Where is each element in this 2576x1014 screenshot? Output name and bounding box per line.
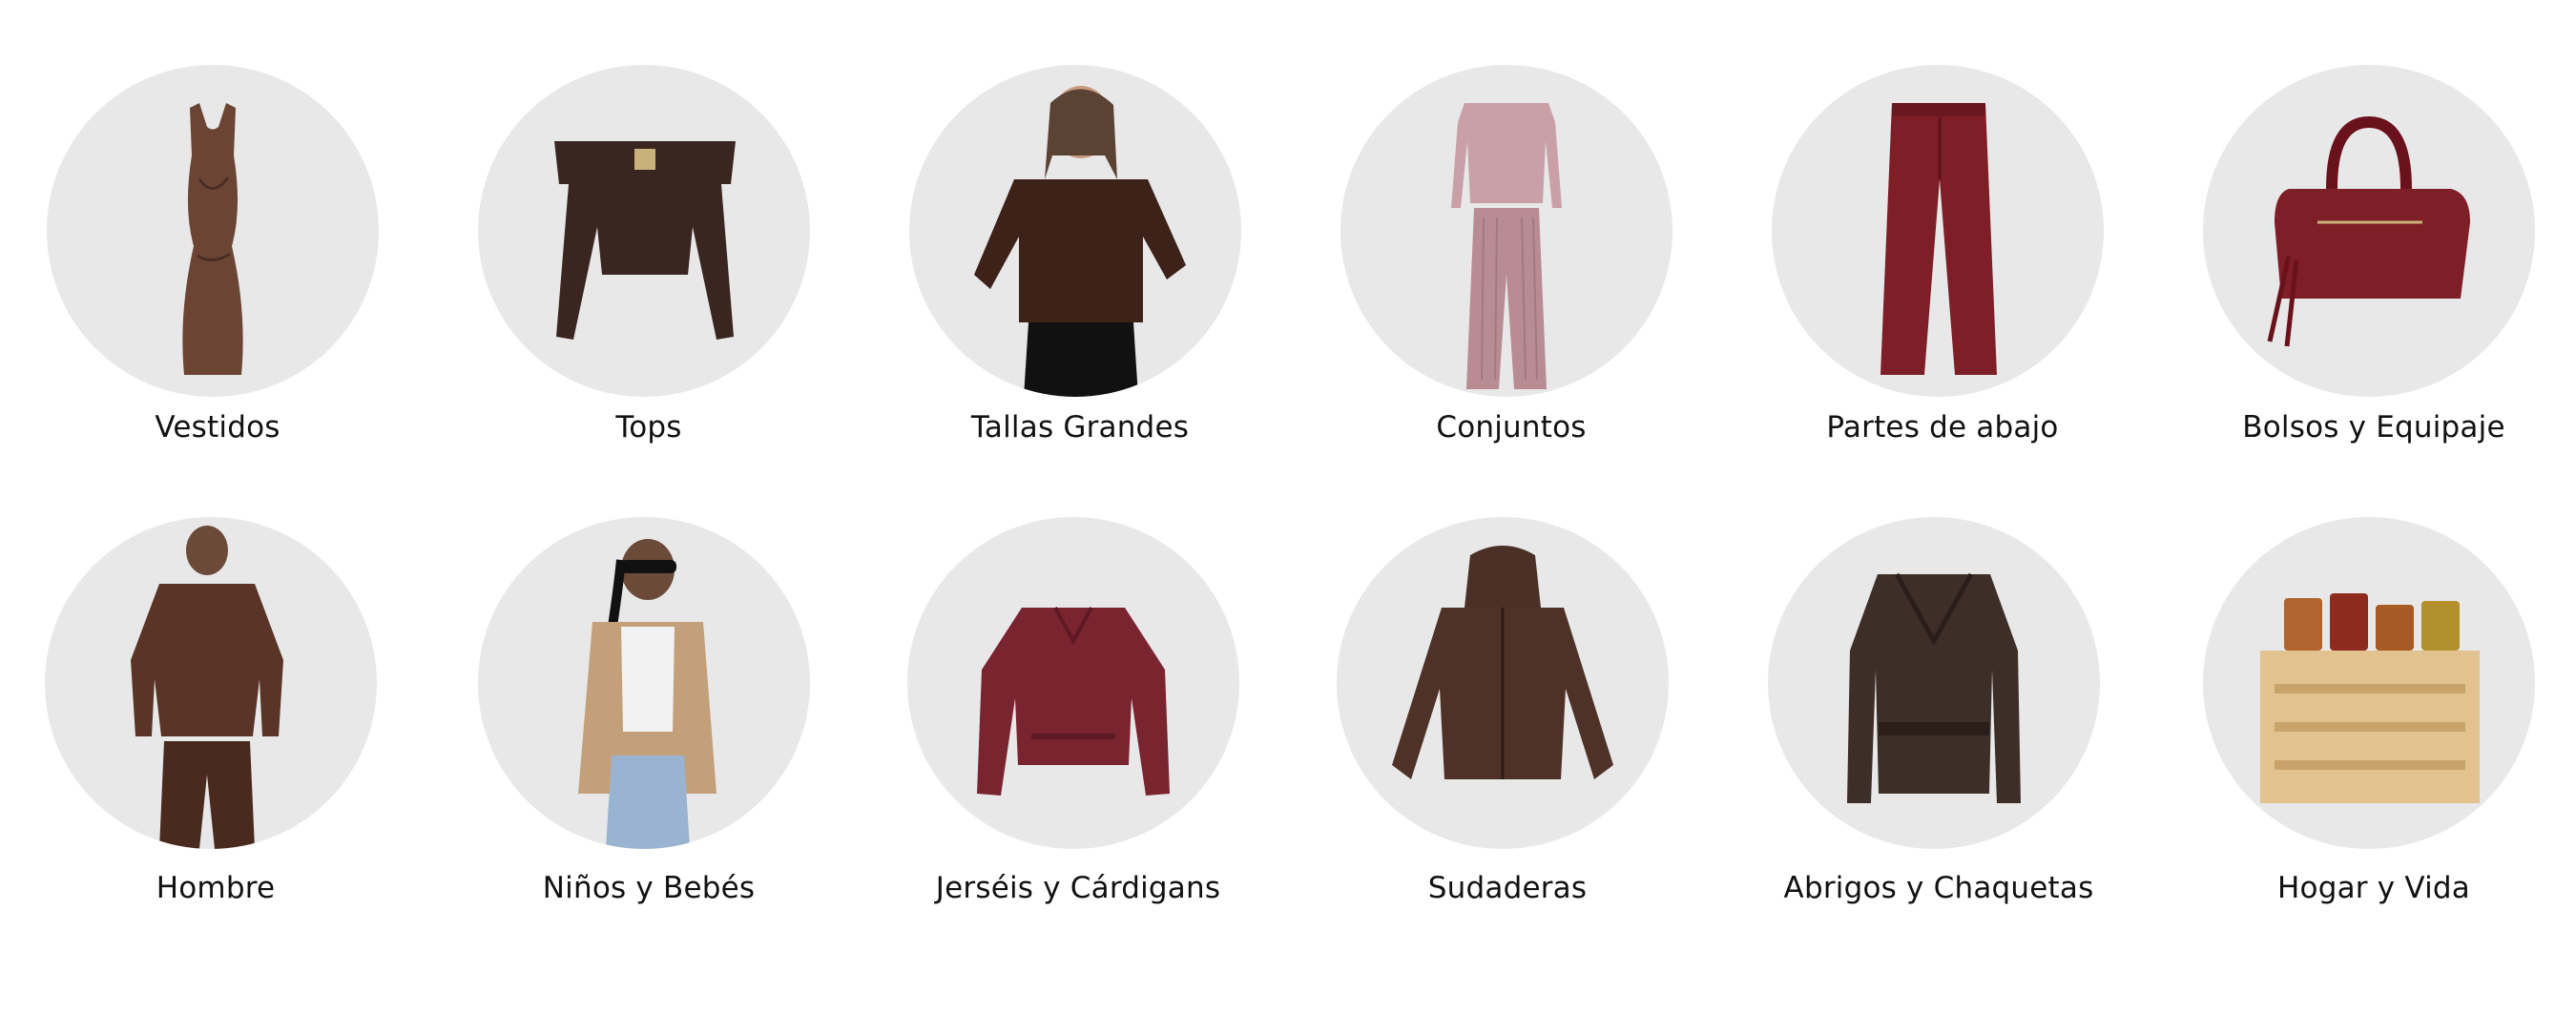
category-row-2: Hombre Niños y Bebés Jerséis y Cárdigans… bbox=[0, 453, 2576, 905]
category-tile-tallas-grandes[interactable]: Tallas Grandes bbox=[864, 0, 1296, 445]
menswear-model-icon bbox=[131, 526, 283, 849]
category-label: Hombre bbox=[156, 871, 276, 905]
category-label: Conjuntos bbox=[1436, 410, 1587, 445]
category-label: Hogar y Vida bbox=[2277, 871, 2470, 905]
category-image-tallas-grandes bbox=[909, 65, 1241, 397]
dress-icon bbox=[182, 103, 243, 375]
category-label: Jerséis y Cárdigans bbox=[935, 871, 1221, 905]
category-grid: Vestidos Tops Tallas Grandes Conjuntos P… bbox=[0, 0, 2576, 1014]
category-image-hombre bbox=[45, 517, 377, 849]
category-tile-abrigos-y-chaquetas[interactable]: Abrigos y Chaquetas bbox=[1723, 453, 2154, 905]
category-tile-ninos-y-bebes[interactable]: Niños y Bebés bbox=[433, 453, 864, 905]
category-image-conjuntos bbox=[1340, 65, 1672, 397]
plus-size-model-icon bbox=[974, 86, 1186, 397]
category-tile-sudaderas[interactable]: Sudaderas bbox=[1292, 453, 1723, 905]
category-image-hogar-y-vida bbox=[2203, 517, 2535, 849]
category-tile-partes-de-abajo[interactable]: Partes de abajo bbox=[1727, 0, 2158, 445]
category-tile-tops[interactable]: Tops bbox=[433, 0, 864, 445]
category-label: Sudaderas bbox=[1427, 871, 1588, 905]
leather-jacket-icon bbox=[1847, 572, 2021, 803]
hoodie-icon bbox=[1392, 546, 1613, 779]
category-tile-bolsos-y-equipaje[interactable]: Bolsos y Equipaje bbox=[2158, 0, 2576, 445]
category-tile-hogar-y-vida[interactable]: Hogar y Vida bbox=[2158, 453, 2576, 905]
category-label: Tallas Grandes bbox=[970, 410, 1190, 445]
category-tile-conjuntos[interactable]: Conjuntos bbox=[1296, 0, 1727, 445]
category-tile-jerseis-y-cardigans[interactable]: Jerséis y Cárdigans bbox=[862, 453, 1294, 905]
kitchen-rack-icon bbox=[2260, 593, 2480, 803]
handbag-icon bbox=[2267, 115, 2470, 347]
category-label: Abrigos y Chaquetas bbox=[1783, 871, 2094, 905]
category-image-abrigos-y-chaquetas bbox=[1768, 517, 2100, 849]
trousers-icon bbox=[1880, 103, 1997, 375]
category-image-vestidos bbox=[47, 65, 379, 397]
category-label: Tops bbox=[615, 410, 682, 445]
kids-model-icon bbox=[578, 539, 717, 849]
category-label: Bolsos y Equipaje bbox=[2242, 410, 2505, 445]
category-tile-vestidos[interactable]: Vestidos bbox=[2, 0, 433, 445]
category-image-partes-de-abajo bbox=[1772, 65, 2104, 397]
category-label: Niños y Bebés bbox=[542, 871, 756, 905]
category-image-sudaderas bbox=[1337, 517, 1669, 849]
category-image-tops bbox=[478, 65, 810, 397]
category-image-ninos-y-bebes bbox=[478, 517, 810, 849]
category-label: Partes de abajo bbox=[1826, 410, 2059, 445]
category-image-bolsos-y-equipaje bbox=[2203, 65, 2535, 397]
two-piece-set-icon bbox=[1451, 103, 1562, 389]
category-label: Vestidos bbox=[155, 410, 280, 445]
category-row-1: Vestidos Tops Tallas Grandes Conjuntos P… bbox=[0, 0, 2576, 445]
category-tile-hombre[interactable]: Hombre bbox=[0, 453, 431, 905]
sweater-icon bbox=[977, 607, 1170, 796]
category-image-jerseis-y-cardigans bbox=[907, 517, 1239, 849]
off-shoulder-top-icon bbox=[554, 141, 736, 340]
